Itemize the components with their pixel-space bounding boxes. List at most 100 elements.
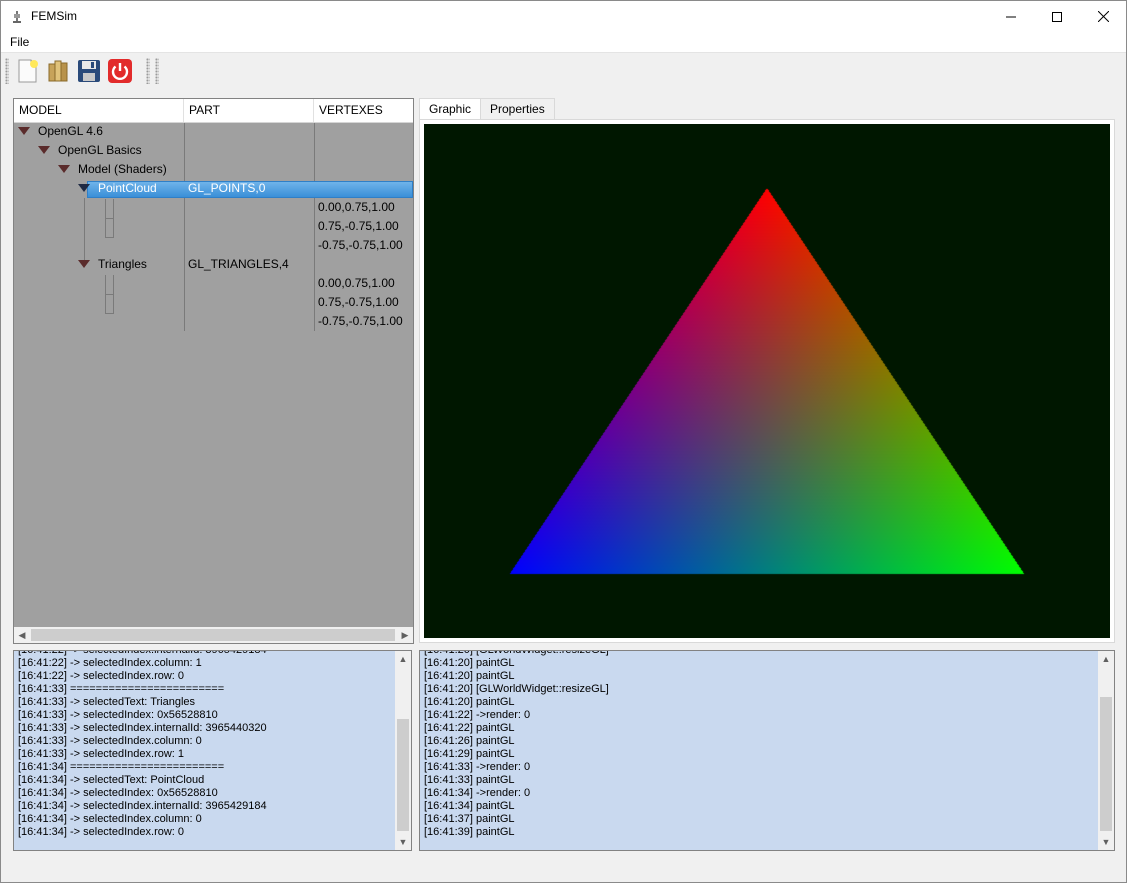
window-title: FEMSim	[31, 9, 77, 23]
tree-item-part[interactable]: GL_TRIANGLES,4	[188, 255, 289, 274]
expand-arrow-icon[interactable]	[78, 184, 90, 192]
tree-item-label[interactable]: Triangles	[98, 255, 147, 274]
scrollbar-thumb[interactable]	[31, 629, 395, 641]
log-line: [16:41:22] -> selectedIndex.row: 0	[18, 670, 185, 682]
tree-item-label[interactable]: OpenGL 4.6	[38, 122, 103, 141]
log-line: [16:41:34] -> selectedIndex.column: 0	[18, 813, 202, 825]
toolbar-grip-3[interactable]	[155, 58, 159, 84]
log-line: [16:41:20] paintGL	[424, 696, 515, 708]
view-tabs: Graphic Properties	[419, 98, 1126, 121]
log-line: [16:41:20] paintGL	[424, 670, 515, 682]
column-header-part[interactable]: PART	[184, 99, 314, 122]
log-line: [16:41:34] ========================	[18, 761, 225, 773]
menu-file[interactable]: File	[10, 35, 29, 49]
toolbar-grip[interactable]	[5, 58, 9, 84]
rgb-triangle	[424, 124, 1110, 638]
tree-item-part[interactable]: GL_POINTS,0	[188, 179, 265, 198]
maximize-icon	[1052, 11, 1062, 22]
log-line: [16:41:33] -> selectedText: Triangles	[18, 696, 196, 708]
model-tree[interactable]: MODEL PART VERTEXES OpenGL 4.6 OpenGL Ba…	[13, 98, 414, 644]
log-line: [16:41:34] -> selectedIndex.internalId: …	[18, 800, 267, 812]
expand-arrow-icon[interactable]	[58, 165, 70, 173]
tree-item-vertex[interactable]: -0.75,-0.75,1.00	[318, 236, 403, 255]
main-window: FEMSim File MODEL PART VERTEXES OpenGL 4…	[0, 0, 1127, 883]
save-disk-icon[interactable]	[76, 58, 102, 84]
log-line: [16:41:34] -> selectedText: PointCloud	[18, 774, 205, 786]
toolbar	[1, 52, 1126, 89]
log-line: [16:41:39] paintGL	[424, 826, 515, 838]
tree-item-vertex[interactable]: 0.00,0.75,1.00	[318, 198, 395, 217]
log-line: [16:41:20] [GLWorldWidget::resizeGL]	[424, 683, 609, 695]
log-line: [16:41:26] paintGL	[424, 735, 515, 747]
tree-item-vertex[interactable]: 0.75,-0.75,1.00	[318, 293, 399, 312]
log-line: [16:41:34] ->render: 0	[424, 787, 531, 799]
status-bar	[1, 853, 1126, 882]
log-line: [16:41:37] paintGL	[424, 813, 515, 825]
log-line: [16:41:34] -> selectedIndex.row: 0	[18, 826, 185, 838]
scrollbar-thumb[interactable]	[397, 719, 409, 831]
tree-branch-line	[105, 294, 114, 295]
horizontal-scrollbar[interactable]: ◀ ▶	[14, 627, 413, 643]
tree-branch-line	[105, 218, 114, 219]
log-line: [16:41:22] paintGL	[424, 722, 515, 734]
expand-arrow-icon[interactable]	[78, 260, 90, 268]
tab-properties[interactable]: Properties	[480, 98, 555, 119]
toolbar-grip-2[interactable]	[146, 58, 150, 84]
expand-arrow-icon[interactable]	[38, 146, 50, 154]
tree-branch-line	[84, 198, 85, 265]
tree-header: MODEL PART VERTEXES	[14, 99, 413, 123]
log-line: [16:41:22] -> selectedIndex.internalId: …	[18, 650, 267, 656]
scroll-up-icon[interactable]: ▲	[395, 651, 411, 667]
opengl-viewport[interactable]	[424, 124, 1110, 638]
log-line: [16:41:33] -> selectedIndex.internalId: …	[18, 722, 267, 734]
tree-item-label[interactable]: OpenGL Basics	[58, 141, 142, 160]
log-line: [16:41:20] [GLWorldWidget::resizeGL]	[424, 650, 609, 656]
log-line: [16:41:34] -> selectedIndex: 0x56528810	[18, 787, 218, 799]
tree-item-label[interactable]: PointCloud	[98, 179, 157, 198]
render-log[interactable]: [16:41:20] [GLWorldWidget::resizeGL] [16:…	[419, 650, 1115, 851]
open-book-icon[interactable]	[45, 58, 71, 84]
title-bar: FEMSim	[1, 1, 1126, 32]
log-line: [16:41:20] paintGL	[424, 657, 515, 669]
tree-item-label[interactable]: Model (Shaders)	[78, 160, 167, 179]
log-line: [16:41:29] paintGL	[424, 748, 515, 760]
graphic-panel	[419, 119, 1115, 643]
log-line: [16:41:33] paintGL	[424, 774, 515, 786]
tree-branch-line	[105, 237, 114, 238]
close-icon	[1097, 11, 1109, 22]
scroll-right-icon[interactable]: ▶	[397, 627, 413, 643]
scroll-down-icon[interactable]: ▼	[1098, 834, 1114, 850]
scroll-left-icon[interactable]: ◀	[14, 627, 30, 643]
close-button[interactable]	[1080, 1, 1126, 32]
log-line: [16:41:34] paintGL	[424, 800, 515, 812]
tree-item-vertex[interactable]: 0.75,-0.75,1.00	[318, 217, 399, 236]
scrollbar-thumb[interactable]	[1100, 697, 1112, 831]
log-line: [16:41:22] ->render: 0	[424, 709, 531, 721]
log-lines: [16:41:22] -> selectedIndex.internalId: …	[18, 650, 267, 839]
minimize-button[interactable]	[988, 1, 1034, 32]
log-line: [16:41:33] -> selectedIndex.column: 0	[18, 735, 202, 747]
log-line: [16:41:22] -> selectedIndex.column: 1	[18, 657, 202, 669]
log-lines: [16:41:20] [GLWorldWidget::resizeGL] [16:…	[424, 650, 609, 839]
vertical-scrollbar[interactable]: ▲ ▼	[395, 651, 411, 850]
menu-bar: File	[1, 32, 1126, 52]
tab-graphic[interactable]: Graphic	[419, 98, 482, 121]
vertical-scrollbar[interactable]: ▲ ▼	[1098, 651, 1114, 850]
maximize-button[interactable]	[1034, 1, 1080, 32]
new-file-icon[interactable]	[14, 58, 40, 84]
log-line: [16:41:33] -> selectedIndex: 0x56528810	[18, 709, 218, 721]
scroll-up-icon[interactable]: ▲	[1098, 651, 1114, 667]
log-line: [16:41:33] ========================	[18, 683, 225, 695]
column-divider	[314, 123, 315, 331]
selection-log[interactable]: [16:41:22] -> selectedIndex.internalId: …	[13, 650, 412, 851]
tree-item-vertex[interactable]: 0.00,0.75,1.00	[318, 274, 395, 293]
column-divider	[184, 123, 185, 331]
scroll-down-icon[interactable]: ▼	[395, 834, 411, 850]
column-header-model[interactable]: MODEL	[14, 99, 184, 122]
tree-item-vertex[interactable]: -0.75,-0.75,1.00	[318, 312, 403, 331]
minimize-icon	[1006, 16, 1016, 17]
expand-arrow-icon[interactable]	[18, 127, 30, 135]
column-header-vertexes[interactable]: VERTEXES	[314, 99, 413, 122]
log-line: [16:41:33] -> selectedIndex.row: 1	[18, 748, 185, 760]
power-exit-icon[interactable]	[107, 58, 133, 84]
